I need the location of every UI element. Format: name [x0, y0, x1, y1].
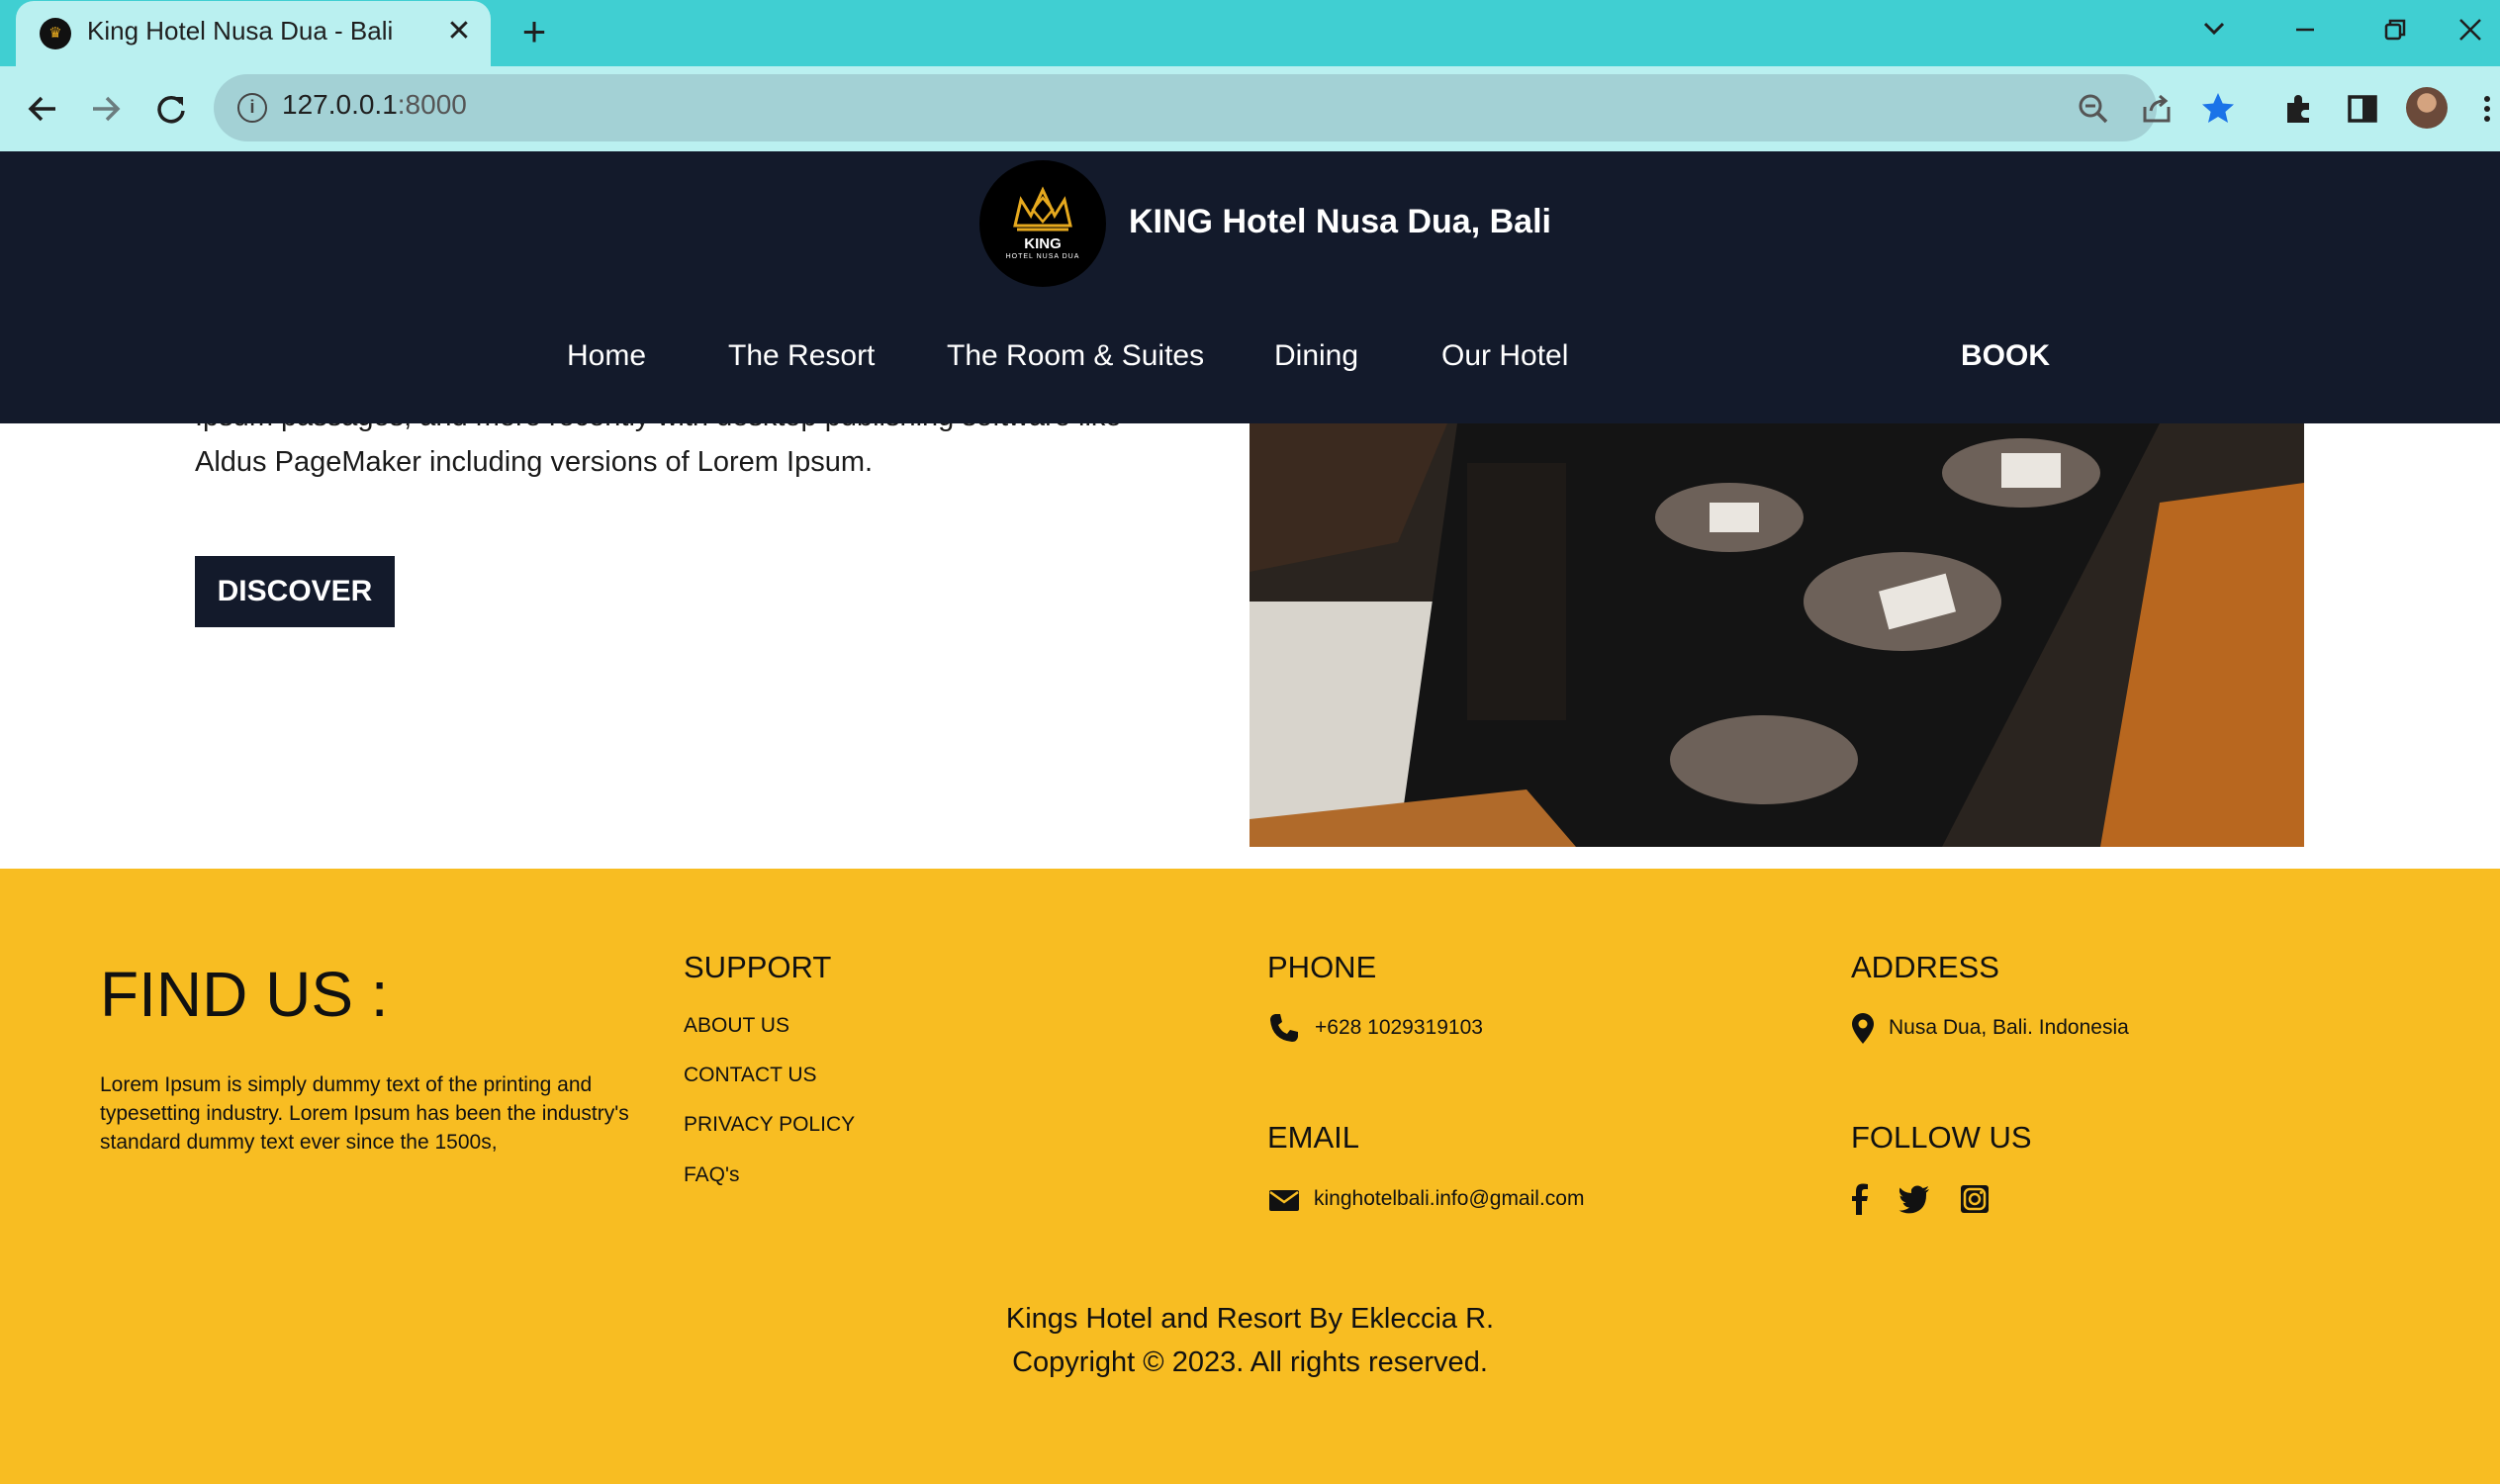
tab-title: King Hotel Nusa Dua - Bali — [87, 16, 394, 46]
back-icon[interactable] — [20, 87, 65, 131]
nav-our-hotel[interactable]: Our Hotel — [1441, 339, 1568, 373]
dining-photo — [1250, 423, 2304, 847]
faq-link[interactable]: FAQ's — [684, 1163, 740, 1187]
twitter-icon[interactable] — [1898, 1182, 1931, 1216]
address-text: Nusa Dua, Bali. Indonesia — [1889, 1016, 2129, 1039]
address-bar[interactable] — [214, 74, 2157, 141]
side-panel-icon[interactable] — [2343, 89, 2382, 129]
phone-heading: PHONE — [1267, 950, 1377, 984]
envelope-icon — [1267, 1183, 1301, 1217]
menu-icon[interactable] — [2469, 89, 2493, 129]
url-text[interactable]: 127.0.0.1:8000 — [282, 89, 467, 121]
restore-icon[interactable] — [2364, 6, 2424, 53]
site-title: KING Hotel Nusa Dua, Bali — [1129, 203, 1551, 240]
about-us-link[interactable]: ABOUT US — [684, 1014, 789, 1038]
hotel-logo[interactable] — [979, 160, 1106, 287]
site-header — [0, 151, 2500, 423]
logo-subtext: HOTEL NUSA DUA — [1005, 253, 1080, 260]
tab-close-icon[interactable]: ✕ — [443, 14, 475, 49]
copyright-line: Copyright © 2023. All rights reserved. — [1012, 1346, 1488, 1378]
map-pin-icon — [1846, 1011, 1880, 1045]
phone-number: +628 1029319103 — [1315, 1016, 1483, 1039]
address-heading: ADDRESS — [1851, 950, 1999, 984]
nav-dining[interactable]: Dining — [1274, 339, 1358, 373]
discover-button[interactable]: DISCOVER — [195, 556, 395, 627]
find-us-description: Lorem Ipsum is simply dummy text of the … — [100, 1073, 629, 1154]
find-us-heading: FIND US : — [100, 959, 389, 1030]
crown-icon — [1013, 186, 1072, 232]
instagram-icon[interactable] — [1958, 1182, 1991, 1216]
email-heading: EMAIL — [1267, 1120, 1360, 1155]
minimize-icon[interactable] — [2275, 6, 2335, 53]
facebook-icon[interactable] — [1843, 1182, 1877, 1216]
nav-the-resort[interactable]: The Resort — [728, 339, 875, 373]
zoom-out-icon[interactable] — [2074, 89, 2113, 129]
logo-text: KING — [1024, 235, 1062, 252]
bookmark-star-icon[interactable] — [2198, 89, 2238, 129]
nav-rooms-suites[interactable]: The Room & Suites — [947, 339, 1204, 373]
support-heading: SUPPORT — [684, 950, 832, 984]
info-icon[interactable]: i — [237, 93, 267, 123]
nav-book[interactable]: BOOK — [1961, 339, 2050, 373]
copyright-block: Kings Hotel and Resort By Ekleccia R. Co… — [0, 1297, 2500, 1384]
profile-avatar[interactable] — [2406, 87, 2448, 129]
nav-home[interactable]: Home — [567, 339, 646, 373]
privacy-policy-link[interactable]: PRIVACY POLICY — [684, 1113, 855, 1137]
close-window-icon[interactable] — [2441, 6, 2500, 53]
credit-line: Kings Hotel and Resort By Ekleccia R. — [1005, 1303, 1495, 1335]
contact-us-link[interactable]: CONTACT US — [684, 1064, 817, 1087]
tab-search-icon[interactable] — [2184, 6, 2244, 53]
email-address[interactable]: kinghotelbali.info@gmail.com — [1314, 1187, 1584, 1211]
forward-icon[interactable] — [83, 87, 129, 131]
extensions-icon[interactable] — [2279, 89, 2319, 129]
follow-us-heading: FOLLOW US — [1851, 1120, 2032, 1155]
phone-icon — [1267, 1011, 1301, 1045]
reload-icon[interactable] — [148, 87, 194, 131]
share-icon[interactable] — [2137, 89, 2176, 129]
new-tab-button[interactable]: + — [514, 11, 554, 52]
crown-favicon-icon: ♛ — [40, 18, 71, 49]
